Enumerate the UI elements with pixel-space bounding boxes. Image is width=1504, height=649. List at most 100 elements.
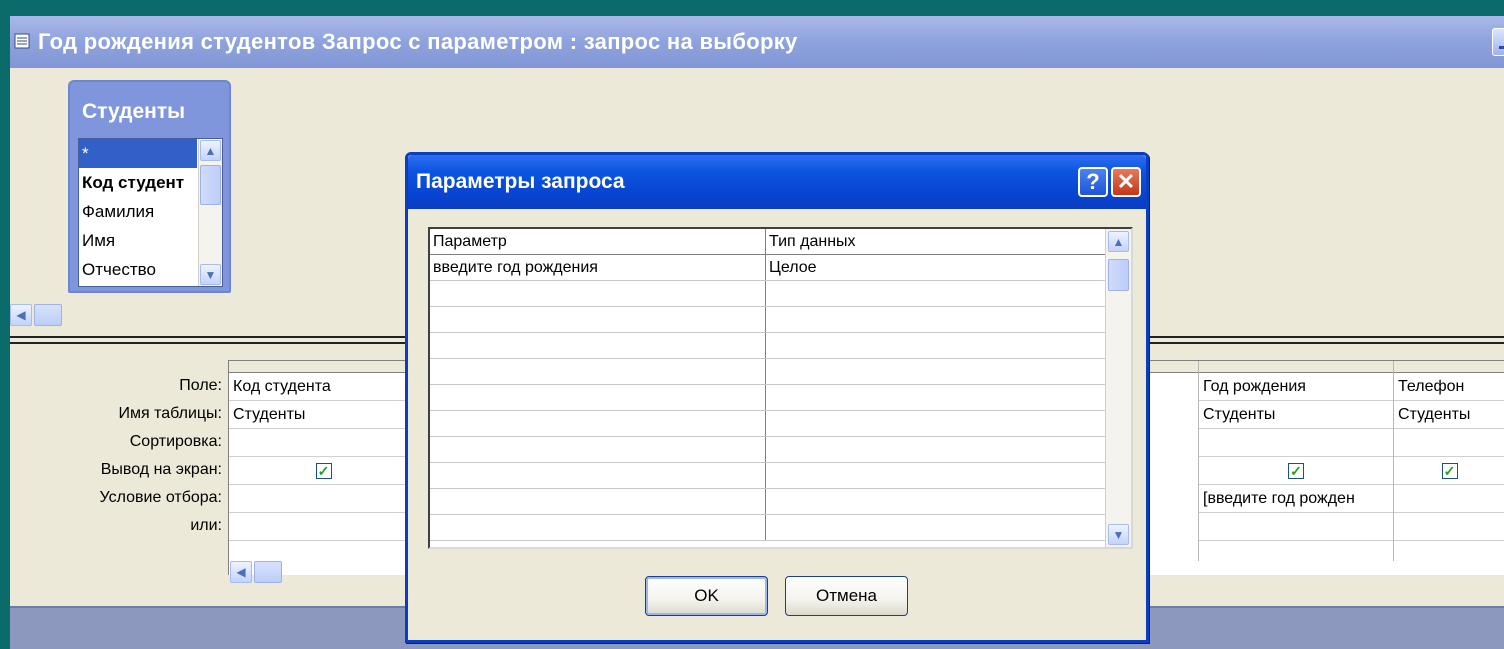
data-type-cell[interactable]: Целое xyxy=(766,255,1106,280)
table-row[interactable] xyxy=(430,359,1106,385)
scroll-thumb[interactable] xyxy=(254,561,282,583)
parameter-cell[interactable] xyxy=(430,515,766,540)
row-label-table: Имя таблицы: xyxy=(118,405,222,422)
grid-cell-criteria[interactable] xyxy=(229,485,418,513)
close-icon: ✕ xyxy=(1116,169,1136,194)
parameter-cell[interactable] xyxy=(430,437,766,462)
show-checkbox[interactable]: ✓ xyxy=(1288,463,1304,479)
data-type-cell[interactable] xyxy=(766,385,1106,410)
grid-cell-table[interactable]: Студенты xyxy=(1394,401,1504,429)
field-list[interactable]: * Код студент Фамилия Имя Отчество ▲ ▼ xyxy=(78,138,223,287)
grid-row-labels: Поле: Имя таблицы: Сортировка: Вывод на … xyxy=(10,372,226,540)
data-type-cell[interactable] xyxy=(766,515,1106,540)
table-row[interactable] xyxy=(430,385,1106,411)
scroll-left-icon[interactable]: ◀ xyxy=(10,304,32,326)
data-type-cell[interactable] xyxy=(766,307,1106,332)
scroll-left-icon[interactable]: ◀ xyxy=(230,561,252,583)
field-item-lastname[interactable]: Фамилия xyxy=(79,197,197,226)
table-row[interactable]: введите год рождения Целое xyxy=(430,255,1106,281)
dialog-titlebar[interactable]: Параметры запроса ? ✕ xyxy=(408,155,1146,209)
parameter-cell[interactable]: введите год рождения xyxy=(430,255,766,280)
table-row[interactable] xyxy=(430,333,1106,359)
grid-cell-or[interactable] xyxy=(1199,513,1393,541)
grid-cell-criteria[interactable] xyxy=(1394,485,1504,513)
field-item-firstname[interactable]: Имя xyxy=(79,226,197,255)
field-list-scrollbar[interactable]: ▲ ▼ xyxy=(198,139,222,286)
scroll-down-icon[interactable]: ▼ xyxy=(200,264,221,285)
parameter-cell[interactable] xyxy=(430,385,766,410)
grid-cell-field[interactable]: Телефон xyxy=(1394,373,1504,401)
column-selector[interactable] xyxy=(1394,361,1504,373)
table-row[interactable] xyxy=(430,489,1106,515)
data-type-cell[interactable] xyxy=(766,437,1106,462)
show-checkbox[interactable]: ✓ xyxy=(1441,463,1458,479)
field-item-id[interactable]: Код студент xyxy=(79,168,197,197)
table-row[interactable] xyxy=(430,281,1106,307)
grid-cell-table[interactable]: Студенты xyxy=(1199,401,1393,429)
table-pane-hscroll[interactable]: ◀ xyxy=(10,304,65,328)
scroll-up-icon[interactable]: ▲ xyxy=(200,140,221,161)
data-type-cell[interactable] xyxy=(766,281,1106,306)
query-icon xyxy=(14,33,30,49)
data-type-cell[interactable] xyxy=(766,359,1106,384)
table-row[interactable] xyxy=(430,515,1106,541)
grid-cell-show[interactable]: ✓ xyxy=(229,457,418,485)
grid-column[interactable]: Год рождения Студенты ✓ [введите год рож… xyxy=(1199,361,1394,561)
field-item-all[interactable]: * xyxy=(79,139,197,168)
help-button[interactable]: ? xyxy=(1078,167,1108,197)
header-parameter: Параметр xyxy=(430,229,766,254)
data-type-cell[interactable] xyxy=(766,333,1106,358)
grid-hscroll[interactable]: ◀ xyxy=(230,561,290,585)
grid-cell-criteria[interactable]: [введите год рожден xyxy=(1199,485,1393,513)
scroll-thumb[interactable] xyxy=(200,165,221,205)
row-label-criteria: Условие отбора: xyxy=(99,489,222,506)
grid-cell-show[interactable]: ✓ xyxy=(1394,457,1504,485)
table-title: Студенты xyxy=(82,100,186,123)
grid-cell-or[interactable] xyxy=(229,513,418,541)
parameters-table[interactable]: Параметр Тип данных введите год рождения… xyxy=(428,227,1133,549)
parameters-table-scrollbar[interactable]: ▲ ▼ xyxy=(1105,229,1131,547)
grid-column[interactable]: Код студента Студенты ✓ xyxy=(229,361,419,561)
row-label-or: или: xyxy=(190,517,222,534)
dialog-title: Параметры запроса xyxy=(416,170,625,193)
column-selector[interactable] xyxy=(1199,361,1393,373)
close-button[interactable]: ✕ xyxy=(1111,167,1141,197)
scroll-thumb[interactable] xyxy=(1108,259,1129,291)
data-type-cell[interactable] xyxy=(766,411,1106,436)
grid-column[interactable]: Телефон Студенты ✓ xyxy=(1394,361,1504,561)
query-window-titlebar[interactable]: Год рождения студентов Запрос с параметр… xyxy=(10,16,1504,68)
data-type-cell[interactable] xyxy=(766,463,1106,488)
show-checkbox[interactable]: ✓ xyxy=(315,463,332,479)
parameter-cell[interactable] xyxy=(430,359,766,384)
help-icon: ? xyxy=(1086,169,1100,194)
grid-cell-show[interactable]: ✓ xyxy=(1199,457,1393,485)
row-label-sort: Сортировка: xyxy=(129,433,222,450)
grid-cell-field[interactable]: Код студента xyxy=(229,373,418,401)
table-students[interactable]: Студенты * Код студент Фамилия Имя Отчес… xyxy=(68,80,231,293)
ok-button[interactable]: OK xyxy=(645,576,768,616)
table-row[interactable] xyxy=(430,437,1106,463)
grid-cell-sort[interactable] xyxy=(229,429,418,457)
parameter-cell[interactable] xyxy=(430,281,766,306)
scroll-thumb[interactable] xyxy=(34,304,62,326)
grid-cell-field[interactable]: Год рождения xyxy=(1199,373,1393,401)
scroll-down-icon[interactable]: ▼ xyxy=(1108,524,1129,545)
grid-cell-or[interactable] xyxy=(1394,513,1504,541)
parameter-cell[interactable] xyxy=(430,463,766,488)
parameter-cell[interactable] xyxy=(430,411,766,436)
scroll-up-icon[interactable]: ▲ xyxy=(1108,231,1129,252)
cancel-button[interactable]: Отмена xyxy=(785,576,908,616)
table-row[interactable] xyxy=(430,411,1106,437)
table-row[interactable] xyxy=(430,463,1106,489)
grid-cell-table[interactable]: Студенты xyxy=(229,401,418,429)
grid-cell-sort[interactable] xyxy=(1394,429,1504,457)
table-row[interactable] xyxy=(430,307,1106,333)
data-type-cell[interactable] xyxy=(766,489,1106,514)
minimize-button[interactable] xyxy=(1492,28,1504,56)
parameter-cell[interactable] xyxy=(430,333,766,358)
grid-cell-sort[interactable] xyxy=(1199,429,1393,457)
column-selector[interactable] xyxy=(229,361,418,373)
field-item-patronymic[interactable]: Отчество xyxy=(79,255,197,284)
parameter-cell[interactable] xyxy=(430,307,766,332)
parameter-cell[interactable] xyxy=(430,489,766,514)
